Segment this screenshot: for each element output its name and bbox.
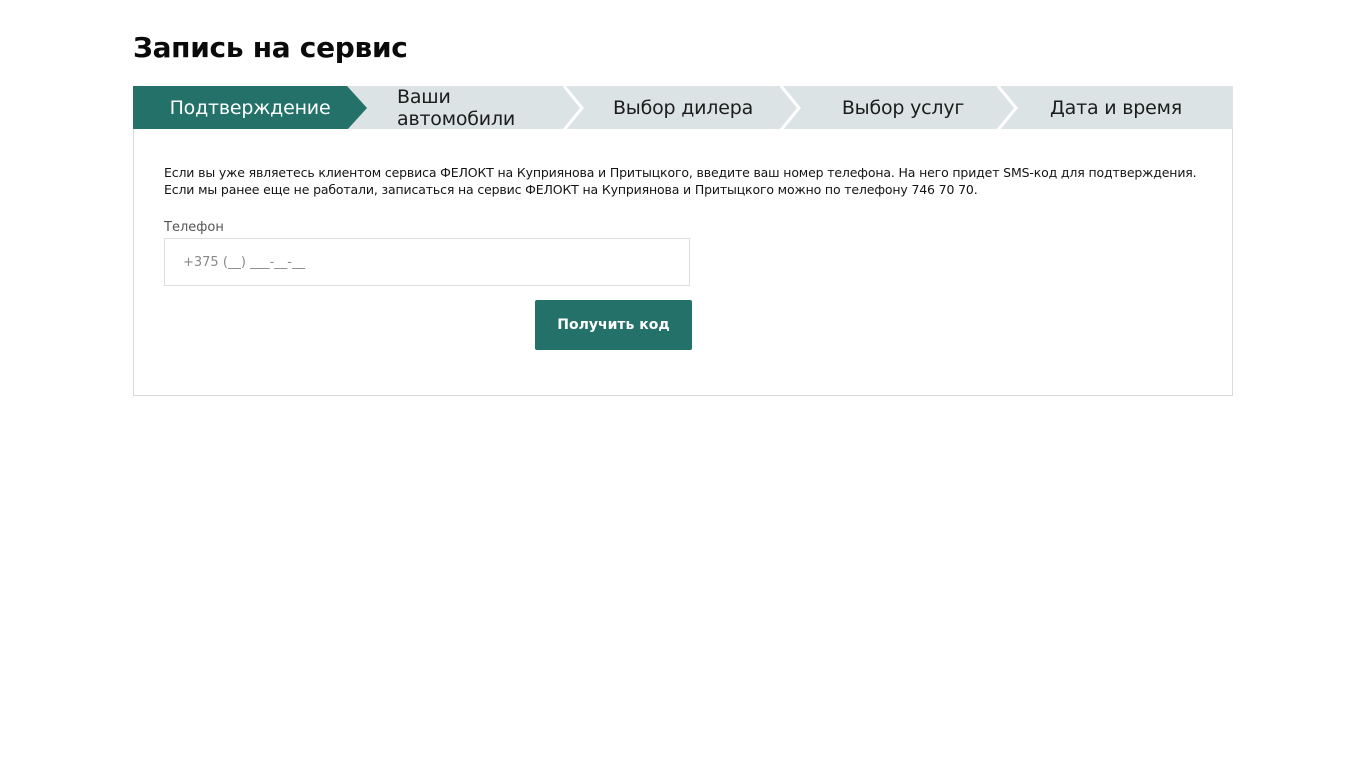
step-confirmation[interactable]: Подтверждение [133, 86, 367, 130]
intro-line: Если вы уже являетесь клиентом сервиса Ф… [164, 165, 1197, 180]
phone-input[interactable] [164, 238, 690, 286]
step-label: Дата и время [1050, 97, 1182, 119]
step-separator-chevron-icon [562, 86, 584, 130]
confirmation-panel: Если вы уже являетесь клиентом сервиса Ф… [133, 129, 1233, 396]
step-label: Выбор дилера [612, 97, 754, 119]
step-dealer-select[interactable]: Выбор дилера [567, 86, 799, 130]
get-code-button[interactable]: Получить код [535, 300, 692, 350]
intro-line: Если мы ранее еще не работали, записатьс… [164, 182, 978, 197]
step-label: Подтверждение [169, 97, 331, 119]
step-services-select[interactable]: Выбор услуг [799, 86, 999, 130]
intro-text: Если вы уже являетесь клиентом сервиса Ф… [164, 164, 1204, 198]
step-separator-chevron-icon [779, 86, 801, 130]
step-your-cars[interactable]: Ваши автомобили [367, 86, 567, 130]
step-label: Ваши автомобили [397, 86, 516, 130]
step-date-time[interactable]: Дата и время [999, 86, 1233, 130]
page-title: Запись на сервис [133, 31, 408, 64]
phone-label: Телефон [164, 220, 224, 235]
step-label: Выбор услуг [841, 97, 965, 119]
step-bar: Подтверждение Ваши автомобили Выбор диле… [133, 86, 1233, 130]
step-separator-chevron-icon [996, 86, 1018, 130]
